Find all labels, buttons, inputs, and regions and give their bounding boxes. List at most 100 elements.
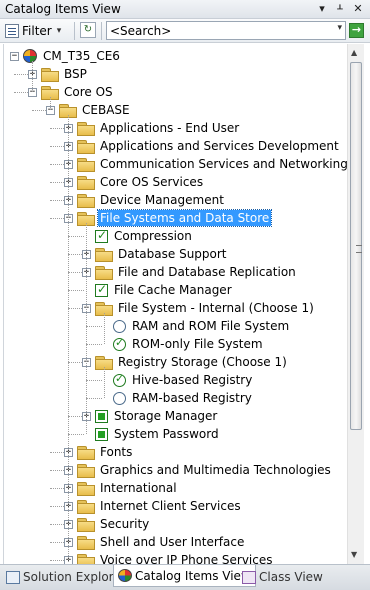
- catalog-tree[interactable]: − CM_T35_CE6 + BSP − Core OS − CEBASE + Applicati…: [3, 44, 348, 564]
- folder-icon: [77, 464, 95, 478]
- tab-catalog-items-view[interactable]: Catalog Items View: [113, 565, 256, 587]
- filter-button[interactable]: Filter ▾: [5, 22, 61, 40]
- tree-row[interactable]: + Applications - End User: [4, 119, 348, 137]
- tree-row[interactable]: + Communication Services and Networking: [4, 155, 348, 173]
- radio-selected-icon[interactable]: [113, 336, 126, 351]
- window-dropdown-icon[interactable]: ▾: [314, 1, 330, 17]
- pin-icon[interactable]: ᚆ: [332, 1, 348, 17]
- tab-class-view[interactable]: Class View: [238, 567, 327, 587]
- tree-item-label[interactable]: Internet Client Services: [98, 498, 243, 514]
- folder-icon: [77, 194, 95, 208]
- tree-row[interactable]: − Core OS: [4, 83, 348, 101]
- tree-row[interactable]: + Voice over IP Phone Services: [4, 551, 348, 564]
- tree-item-label[interactable]: System Password: [112, 426, 221, 442]
- class-view-icon: [242, 570, 256, 584]
- tree-item-label[interactable]: Graphics and Multimedia Technologies: [98, 462, 333, 478]
- checkbox-checked-icon[interactable]: [95, 282, 108, 297]
- radio-unselected-icon[interactable]: [113, 392, 126, 405]
- tree-row[interactable]: Compression: [4, 227, 348, 245]
- tree-row[interactable]: File Cache Manager: [4, 281, 348, 299]
- tree-item-label[interactable]: RAM-based Registry: [130, 390, 254, 406]
- tab-label: Catalog Items View: [135, 568, 251, 583]
- tree-item-label[interactable]: File Cache Manager: [112, 282, 234, 298]
- tree-item-label[interactable]: CEBASE: [80, 102, 132, 118]
- tree-item-label[interactable]: Applications and Services Development: [98, 138, 341, 154]
- tree-item-label[interactable]: CM_T35_CE6: [41, 48, 122, 64]
- tree-item-label[interactable]: Core OS Services: [98, 174, 205, 190]
- checkbox-indeterminate-icon[interactable]: [95, 410, 108, 423]
- tab-solution-explorer[interactable]: Solution Explorer: [2, 567, 130, 587]
- tree-item-label[interactable]: Security: [98, 516, 151, 532]
- tree-connector: [104, 313, 105, 344]
- radio-unselected-icon[interactable]: [113, 320, 126, 333]
- tree-connector: [68, 290, 84, 291]
- tree-item-label[interactable]: Fonts: [98, 444, 134, 460]
- tree-row[interactable]: − File System - Internal (Choose 1): [4, 299, 348, 317]
- tree-item-label[interactable]: File and Database Replication: [116, 264, 298, 280]
- tree-item-label[interactable]: Storage Manager: [112, 408, 219, 424]
- refresh-button[interactable]: ↻: [80, 22, 96, 38]
- tree-row[interactable]: + Shell and User Interface: [4, 533, 348, 551]
- folder-icon: [77, 158, 95, 172]
- search-input[interactable]: [110, 23, 320, 38]
- tree-item-label[interactable]: ROM-only File System: [130, 336, 265, 352]
- tree-row[interactable]: + Graphics and Multimedia Technologies: [4, 461, 348, 479]
- tree-row[interactable]: + Core OS Services: [4, 173, 348, 191]
- tree-row[interactable]: + Applications and Services Development: [4, 137, 348, 155]
- checkbox-checked-icon[interactable]: [95, 228, 108, 243]
- catalog-root-icon: [23, 49, 37, 63]
- tree-item-label[interactable]: Voice over IP Phone Services: [98, 552, 275, 564]
- tree-row[interactable]: − Registry Storage (Choose 1): [4, 353, 348, 371]
- tree-item-label[interactable]: Device Management: [98, 192, 226, 208]
- tree-item-label[interactable]: Core OS: [62, 84, 115, 100]
- tree-row[interactable]: − File Systems and Data Store: [4, 209, 348, 227]
- chevron-down-icon[interactable]: ▾: [57, 26, 62, 36]
- scroll-thumb[interactable]: [350, 62, 362, 430]
- tree-connector: [86, 380, 102, 381]
- tree-item-label[interactable]: BSP: [62, 66, 89, 82]
- vertical-scrollbar[interactable]: ▲ ▼: [347, 44, 364, 564]
- tree-row[interactable]: + Fonts: [4, 443, 348, 461]
- collapse-icon[interactable]: −: [10, 52, 19, 61]
- tree-item-label[interactable]: International: [98, 480, 179, 496]
- tree-row[interactable]: + Security: [4, 515, 348, 533]
- tree-row[interactable]: + File and Database Replication: [4, 263, 348, 281]
- tree-row[interactable]: System Password: [4, 425, 348, 443]
- tree-item-label[interactable]: RAM and ROM File System: [130, 318, 291, 334]
- checkbox-indeterminate-icon[interactable]: [95, 428, 108, 441]
- tree-connector: [68, 236, 84, 237]
- tree-row[interactable]: − CM_T35_CE6: [4, 47, 348, 65]
- tree-item-label[interactable]: Communication Services and Networking: [98, 156, 348, 172]
- folder-icon: [77, 446, 95, 460]
- tree-row[interactable]: RAM-based Registry: [4, 389, 348, 407]
- scroll-up-icon[interactable]: ▲: [351, 48, 357, 57]
- tree-row[interactable]: + Database Support: [4, 245, 348, 263]
- tree-item-label[interactable]: Applications - End User: [98, 120, 241, 136]
- filter-icon: [5, 24, 19, 38]
- folder-icon: [95, 266, 113, 280]
- tree-row[interactable]: + Storage Manager: [4, 407, 348, 425]
- radio-selected-icon[interactable]: [113, 372, 126, 387]
- tree-row[interactable]: + International: [4, 479, 348, 497]
- tree-item-label[interactable]: File System - Internal (Choose 1): [116, 300, 316, 316]
- close-icon[interactable]: ✕: [350, 1, 366, 17]
- tree-item-label[interactable]: Hive-based Registry: [130, 372, 254, 388]
- tree-item-label[interactable]: Shell and User Interface: [98, 534, 246, 550]
- tree-row[interactable]: ROM-only File System: [4, 335, 348, 353]
- tree-row[interactable]: RAM and ROM File System: [4, 317, 348, 335]
- search-go-button[interactable]: →: [349, 23, 364, 38]
- toolbar-separator: [74, 22, 75, 40]
- search-dropdown-icon[interactable]: ▾: [337, 23, 342, 33]
- search-box[interactable]: ▾: [106, 21, 346, 40]
- scroll-down-icon[interactable]: ▼: [351, 550, 357, 559]
- tree-row[interactable]: + BSP: [4, 65, 348, 83]
- tree-row[interactable]: − CEBASE: [4, 101, 348, 119]
- tree-row[interactable]: + Device Management: [4, 191, 348, 209]
- tree-item-label[interactable]: File Systems and Data Store: [96, 209, 273, 227]
- tree-item-label[interactable]: Compression: [112, 228, 194, 244]
- folder-icon: [77, 500, 95, 514]
- tree-row[interactable]: Hive-based Registry: [4, 371, 348, 389]
- tree-row[interactable]: + Internet Client Services: [4, 497, 348, 515]
- tree-item-label[interactable]: Database Support: [116, 246, 229, 262]
- tree-item-label[interactable]: Registry Storage (Choose 1): [116, 354, 289, 370]
